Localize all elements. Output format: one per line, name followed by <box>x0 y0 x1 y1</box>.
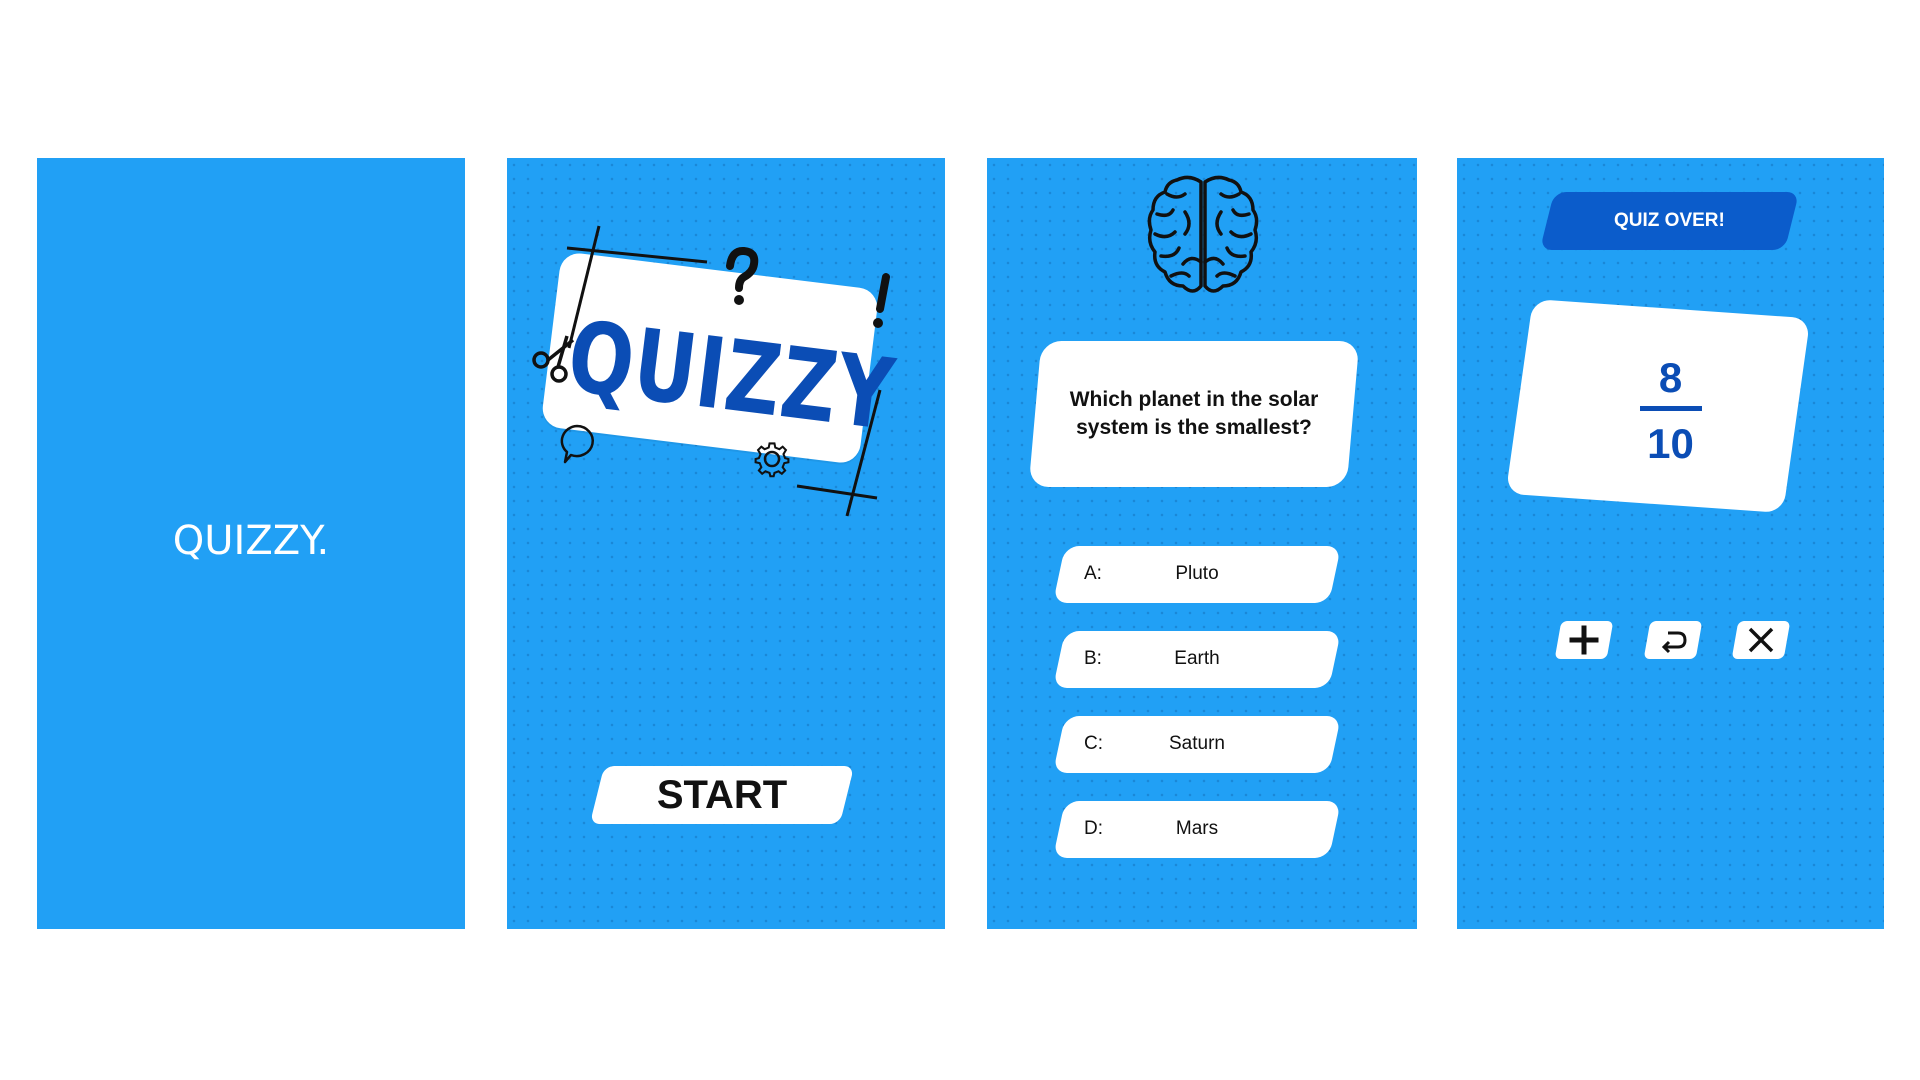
quiz-over-label: QUIZ OVER! <box>1614 210 1725 231</box>
score-value: 8 <box>1658 354 1683 401</box>
question-screen: Which planet in the solar system is the … <box>987 158 1417 929</box>
scissors-icon <box>532 335 575 383</box>
answer-text: Earth <box>1174 648 1220 669</box>
question-text: Which planet in the solar system is the … <box>1069 388 1319 439</box>
speech-bubble-icon <box>560 424 594 464</box>
quiz-over-badge: QUIZ OVER! <box>1539 192 1800 250</box>
question-mark-icon <box>726 246 759 305</box>
brain-icon <box>1147 175 1259 293</box>
start-button-label: START <box>656 772 788 817</box>
exclamation-icon <box>873 273 890 328</box>
answer-option-a[interactable]: A: Pluto <box>1052 546 1342 603</box>
answer-text: Pluto <box>1175 563 1219 584</box>
add-button[interactable] <box>1554 621 1614 659</box>
splash-title: QUIZZY. <box>172 518 330 564</box>
return-icon <box>1661 631 1687 654</box>
start-button[interactable]: START <box>589 766 855 824</box>
close-button[interactable] <box>1731 621 1791 659</box>
answer-option-c[interactable]: C: Saturn <box>1052 716 1342 773</box>
question-card: Which planet in the solar system is the … <box>1028 341 1360 487</box>
retry-button[interactable] <box>1643 621 1703 659</box>
answer-text: Saturn <box>1169 733 1225 754</box>
gear-icon <box>754 442 790 478</box>
close-icon <box>1748 627 1774 653</box>
results-screen: QUIZ OVER! 8 10 <box>1457 158 1884 929</box>
answer-option-b[interactable]: B: Earth <box>1052 631 1342 688</box>
answer-text: Mars <box>1175 818 1219 839</box>
fraction-line <box>1640 406 1702 411</box>
start-screen: QUIZZY START <box>507 158 945 929</box>
splash-screen: QUIZZY. <box>37 158 465 929</box>
plus-icon <box>1569 625 1599 655</box>
score-total: 10 <box>1647 420 1694 467</box>
answer-option-d[interactable]: D: Mars <box>1052 801 1342 858</box>
